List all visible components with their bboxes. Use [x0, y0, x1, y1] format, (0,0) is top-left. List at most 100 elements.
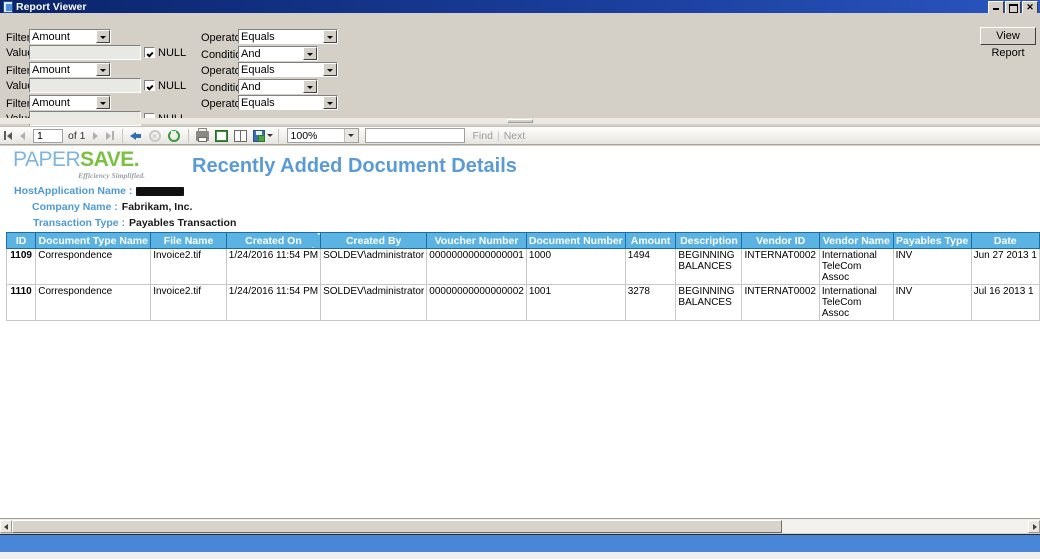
cell-id[interactable]: 1110 [5, 284, 37, 321]
column-header-date[interactable]: Date [970, 232, 1040, 249]
column-header-vendor_name[interactable]: Vendor Name [818, 232, 894, 249]
column-header-label: Created By [345, 234, 402, 247]
print-layout-icon[interactable] [213, 128, 230, 144]
column-header-label: Document Type Name [38, 234, 148, 247]
column-header-payables_type[interactable]: Payables Type [892, 232, 972, 249]
filter-select-2[interactable]: Amount [29, 62, 111, 77]
horizontal-scrollbar[interactable] [0, 518, 1040, 533]
scrollbar-track[interactable] [12, 519, 1028, 533]
column-header-created_on[interactable]: Created On [225, 232, 322, 249]
print-icon[interactable] [194, 127, 211, 144]
column-header-label: Voucher Number [434, 234, 519, 247]
cell-date: Jul 16 2013 1 [970, 284, 1040, 321]
column-header-label: Vendor ID [756, 234, 806, 247]
operator-select-3-value: Equals [241, 96, 275, 109]
stop-icon: ✕ [147, 128, 164, 144]
cell-doc_type: Correspondence [35, 284, 152, 321]
column-header-created_by[interactable]: Created By [320, 232, 428, 249]
next-page-icon[interactable] [88, 128, 103, 143]
last-page-icon[interactable] [103, 128, 118, 143]
cell-description: BEGINNING BALANCES [675, 248, 743, 285]
value-input-2[interactable] [29, 78, 141, 93]
sort-toggle-icon[interactable] [310, 233, 320, 248]
find-separator: | [496, 129, 500, 142]
column-header-vendor_id[interactable]: Vendor ID [741, 232, 820, 249]
chevron-down-icon[interactable] [96, 96, 110, 109]
chevron-down-icon[interactable] [323, 30, 337, 43]
column-header-label: Amount [630, 234, 671, 247]
report-viewer-icon [2, 1, 13, 13]
column-header-description[interactable]: Description [675, 232, 743, 249]
operator-select-3[interactable]: Equals [238, 95, 338, 110]
chevron-down-icon[interactable] [323, 96, 337, 109]
meta-value: Fabrikam, Inc. [121, 201, 193, 213]
cell-date: Jun 27 2013 1 [970, 248, 1040, 285]
meta-hostapplication: HostApplication Name : [14, 185, 185, 197]
null-checkbox-1[interactable] [144, 47, 155, 58]
filter-select-3[interactable]: Amount [29, 95, 111, 110]
chevron-down-icon[interactable] [343, 129, 358, 142]
cell-vendor_name: International TeleCom Assoc [818, 248, 894, 285]
cell-vendor_id: INTERNAT0002 [741, 284, 820, 321]
cell-file_name: Invoice2.tif [150, 248, 227, 285]
logo-paper-text: PAPER [13, 148, 81, 171]
window-titlebar: Report Viewer ✕ [0, 0, 1040, 14]
splitter-grip-handle[interactable] [507, 119, 533, 123]
previous-page-icon[interactable] [15, 128, 30, 143]
first-page-icon[interactable] [0, 128, 15, 143]
chevron-down-icon[interactable] [96, 30, 110, 43]
panel-splitter[interactable] [0, 118, 1040, 124]
cell-id[interactable]: 1109 [5, 248, 37, 285]
toolbar-separator [277, 128, 279, 143]
cell-voucher_number: 00000000000000002 [426, 284, 527, 321]
scroll-right-button[interactable] [1028, 519, 1040, 533]
column-header-label: Date [993, 234, 1017, 247]
filter-select-1[interactable]: Amount [29, 29, 111, 44]
filter-select-3-value: Amount [32, 96, 70, 109]
cell-document_number: 1000 [525, 248, 626, 285]
search-input[interactable] [364, 128, 465, 143]
value-input-1[interactable] [29, 45, 141, 60]
cell-created_by: SOLDEV\administrator [320, 248, 428, 285]
condition-select-1[interactable]: And [238, 46, 318, 61]
condition-select-2[interactable]: And [238, 79, 318, 94]
export-icon[interactable] [251, 128, 273, 144]
meta-company: Company Name : Fabrikam, Inc. [32, 201, 192, 213]
column-header-doc_type[interactable]: Document Type Name [35, 232, 152, 249]
find-link[interactable]: Find [473, 130, 493, 142]
column-header-label: Description [680, 234, 738, 247]
cell-file_name: Invoice2.tif [150, 284, 227, 321]
condition-select-1-value: And [241, 47, 261, 60]
next-link[interactable]: Next [504, 130, 526, 142]
chevron-down-icon[interactable] [323, 63, 337, 76]
column-header-voucher_number[interactable]: Voucher Number [426, 232, 527, 249]
scrollbar-thumb[interactable] [12, 519, 782, 533]
window-title: Report Viewer [16, 0, 87, 13]
column-header-document_number[interactable]: Document Number [525, 232, 626, 249]
chevron-down-icon[interactable] [96, 63, 110, 76]
cell-created_on: 1/24/2016 11:54 PM [225, 248, 322, 285]
redacted-value [136, 186, 185, 196]
chevron-down-icon[interactable] [303, 80, 317, 93]
cell-voucher_number: 00000000000000001 [426, 248, 527, 285]
column-header-file_name[interactable]: File Name [150, 232, 227, 249]
chevron-down-icon[interactable] [303, 47, 317, 60]
scroll-left-button[interactable] [0, 519, 12, 533]
cell-amount: 3278 [624, 284, 677, 321]
condition-select-2-value: And [241, 80, 261, 93]
cell-doc_type: Correspondence [35, 248, 152, 285]
parameter-panel: Filter Amount Operator Equals Value NULL… [0, 13, 1040, 126]
null-checkbox-2[interactable] [144, 80, 155, 91]
zoom-select[interactable]: 100% [286, 128, 359, 143]
toolbar-separator [187, 128, 189, 143]
back-icon[interactable] [128, 128, 145, 144]
operator-select-1[interactable]: Equals [238, 29, 338, 44]
column-header-id[interactable]: ID [5, 232, 37, 249]
operator-select-2[interactable]: Equals [238, 62, 338, 77]
view-report-button[interactable]: View Report [980, 27, 1036, 59]
refresh-icon[interactable] [166, 128, 183, 144]
page-number-input[interactable]: 1 [33, 128, 63, 143]
cell-vendor_id: INTERNAT0002 [741, 248, 820, 285]
page-setup-icon[interactable] [232, 128, 249, 144]
column-header-amount[interactable]: Amount [624, 232, 677, 249]
